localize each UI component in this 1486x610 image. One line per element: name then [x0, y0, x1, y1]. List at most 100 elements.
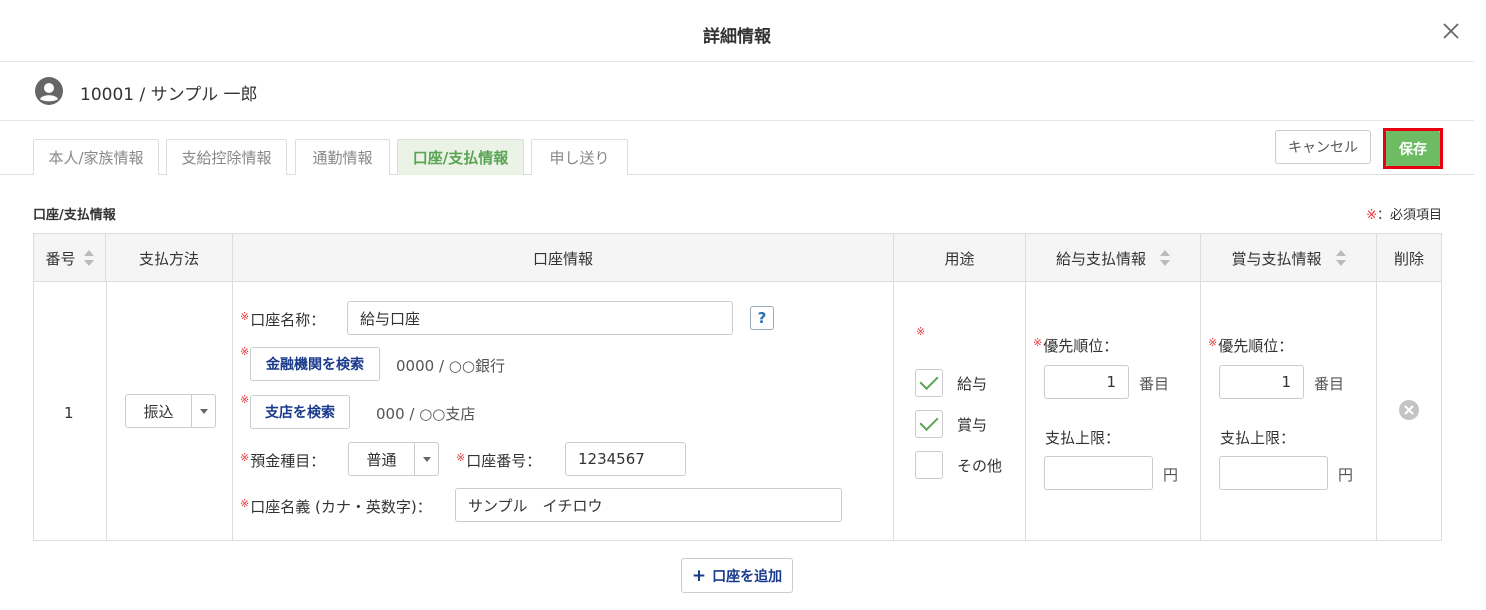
branch-value: 000 / ○○支店 [376, 405, 476, 423]
required-mark: ※ [1033, 336, 1043, 349]
salary-limit-unit: 円 [1163, 466, 1179, 484]
help-icon[interactable]: ? [750, 306, 774, 330]
tab-bar: 本人/家族情報 支給控除情報 通勤情報 口座/支払情報 申し送り [0, 121, 1474, 175]
required-mark: ※ [1366, 208, 1377, 223]
employee-name: 10001 / サンプル 一郎 [80, 85, 258, 105]
required-mark: ※ [916, 325, 926, 338]
col-payment-method: 支払方法 [106, 234, 233, 282]
account-name-label: ※口座名称： [240, 309, 325, 330]
usage-salary-label: 給与 [957, 375, 988, 393]
label-text: 口座番号： [466, 452, 542, 470]
tab-notes[interactable]: 申し送り [531, 139, 628, 175]
tab-label: 申し送り [549, 149, 610, 167]
salary-priority-label: ※優先順位： [1033, 335, 1118, 356]
required-mark: ※ [240, 393, 250, 406]
bonus-limit-label: 支払上限： [1220, 429, 1296, 447]
account-name-input[interactable]: 給与口座 [347, 301, 733, 335]
required-mark: ※ [240, 345, 250, 358]
usage-bonus-label: 賞与 [957, 416, 988, 434]
salary-limit-input[interactable] [1044, 456, 1153, 490]
salary-limit-label: 支払上限： [1045, 429, 1121, 447]
usage-required: ※ [916, 325, 926, 344]
bank-search-button[interactable]: 金融機関を検索 [250, 347, 380, 381]
row-number: 1 [64, 404, 74, 422]
required-mark: ※ [456, 451, 466, 464]
col-salary-payment[interactable]: 給与支払情報 [1026, 234, 1201, 282]
usage-bonus-checkbox[interactable] [915, 410, 943, 438]
bonus-limit-input[interactable] [1219, 456, 1328, 490]
required-mark: ※ [1208, 336, 1218, 349]
usage-other-label: その他 [957, 457, 1003, 475]
sort-icon[interactable] [1335, 249, 1346, 267]
deposit-type-label: ※預金種目： [240, 450, 325, 471]
save-button[interactable]: 保存 [1386, 131, 1440, 166]
col-usage: 用途 [894, 234, 1026, 282]
user-circle-icon [35, 77, 63, 105]
usage-other-checkbox[interactable] [915, 451, 943, 479]
table-header: 番号 支払方法 口座情報 用途 給与支払情報 賞与支払情報 削除 [34, 234, 1441, 282]
tab-payment-deduction[interactable]: 支給控除情報 [166, 139, 287, 175]
branch-search-button[interactable]: 支店を検索 [250, 395, 350, 429]
bank-required: ※ [240, 345, 250, 364]
required-mark: ※ [240, 451, 250, 464]
payment-method-select[interactable]: 振込 [125, 394, 216, 428]
column-divider [1025, 282, 1026, 540]
plus-icon: + [691, 565, 707, 586]
col-bonus-payment[interactable]: 賞与支払情報 [1201, 234, 1377, 282]
col-account-info: 口座情報 [233, 234, 894, 282]
col-delete: 削除 [1377, 234, 1441, 282]
account-holder-input[interactable]: サンプル イチロウ [455, 488, 842, 522]
required-legend: ※：必須項目 [1366, 204, 1442, 223]
payment-method-value: 振込 [143, 402, 174, 421]
tab-commute[interactable]: 通勤情報 [295, 139, 390, 175]
required-legend-text: ：必須項目 [1376, 208, 1442, 223]
column-header: 口座情報 [532, 249, 593, 268]
col-number[interactable]: 番号 [34, 234, 106, 282]
tab-label: 支給控除情報 [181, 149, 272, 167]
dialog-header: 詳細情報 [0, 0, 1474, 62]
salary-priority-unit: 番目 [1139, 375, 1170, 393]
label-text: 口座名義 (カナ・英数字)： [250, 498, 432, 516]
account-number-input[interactable]: 1234567 [565, 442, 686, 476]
column-header: 削除 [1393, 249, 1424, 268]
branch-required: ※ [240, 393, 250, 412]
chevron-down-icon[interactable] [191, 395, 215, 427]
bonus-priority-label: ※優先順位： [1208, 335, 1293, 356]
column-divider [893, 282, 894, 540]
close-icon[interactable] [1440, 20, 1462, 42]
section-title: 口座/支払情報 [33, 208, 116, 223]
tab-account-payment[interactable]: 口座/支払情報 [397, 139, 524, 175]
tab-label: 本人/家族情報 [48, 149, 144, 167]
label-text: 優先順位： [1218, 337, 1294, 355]
column-divider [1200, 282, 1201, 540]
add-account-button[interactable]: + 口座を追加 [681, 558, 793, 593]
deposit-type-select[interactable]: 普通 [348, 442, 439, 476]
column-header: 支払方法 [138, 249, 199, 268]
usage-salary-checkbox[interactable] [915, 369, 943, 397]
tab-personal-family[interactable]: 本人/家族情報 [33, 139, 159, 175]
sort-icon[interactable] [83, 249, 94, 267]
bonus-priority-input[interactable]: 1 [1219, 365, 1304, 399]
column-header: 用途 [944, 249, 975, 268]
required-mark: ※ [240, 310, 250, 323]
chevron-down-icon[interactable] [414, 443, 438, 475]
account-holder-label: ※口座名義 (カナ・英数字)： [240, 496, 432, 517]
column-divider [1376, 282, 1377, 540]
label-text: 預金種目： [250, 452, 326, 470]
column-divider [106, 282, 107, 540]
account-number-label: ※口座番号： [456, 450, 541, 471]
bonus-priority-unit: 番目 [1314, 375, 1345, 393]
label-text: 口座名称： [250, 311, 326, 329]
account-table: 番号 支払方法 口座情報 用途 給与支払情報 賞与支払情報 削除 1 振込 ※口… [33, 233, 1442, 541]
column-header: 賞与支払情報 [1231, 249, 1322, 268]
delete-circle-icon[interactable] [1398, 399, 1420, 421]
deposit-type-value: 普通 [366, 450, 397, 469]
tab-label: 口座/支払情報 [412, 149, 509, 167]
column-header: 番号 [45, 249, 76, 268]
cancel-button[interactable]: キャンセル [1275, 130, 1371, 164]
bank-value: 0000 / ○○銀行 [396, 357, 505, 375]
sort-icon[interactable] [1160, 249, 1170, 267]
label-text: 優先順位： [1043, 337, 1119, 355]
salary-priority-input[interactable]: 1 [1044, 365, 1129, 399]
employee-row: 10001 / サンプル 一郎 [0, 62, 1474, 121]
